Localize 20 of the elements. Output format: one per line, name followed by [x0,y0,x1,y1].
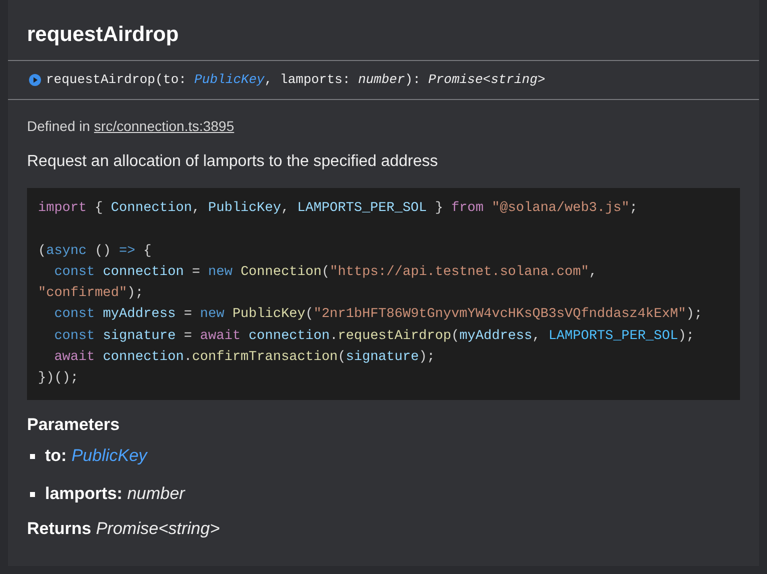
code-line: "confirmed"); [38,285,144,304]
description-text: Request an allocation of lamports to the specified address [27,152,438,172]
code-line: })(); [38,370,79,388]
code-line: (async () => { [38,242,152,261]
parameter-text: lamports: number [45,483,185,506]
bullet-icon [30,454,35,458]
page-title: requestAirdrop [27,22,179,48]
parameters-heading: Parameters [27,414,120,436]
code-line: import { Connection, PublicKey, LAMPORTS_PER_SOL } from "@solana/web3.js"; [38,200,638,218]
defined-in-label: Defined in [27,117,90,135]
code-line: const myAddress = new PublicKey("2nr1bHFT86W9tGnyvmYW4vcHKsQB3sVQfnddasz4kExM"); [53,306,702,324]
code-line: const connection = new Connection("https://api.testnet.solana.com", [53,264,598,282]
bullet-icon [30,492,35,496]
method-signature: requestAirdrop(to: PublicKey, lamports: number): Promise<string> [46,71,546,90]
play-circle-icon [29,74,41,86]
code-line: await connection.confirmTransaction(signature); [53,349,436,368]
source-link[interactable]: src/connection.ts:3895 [94,117,234,135]
returns-text: Returns Promise<string> [27,518,220,540]
code-line: const signature = await connection.requestAirdrop(myAddress, LAMPORTS_PER_SOL); [53,328,694,346]
parameter-text: to: PublicKey [45,445,148,468]
